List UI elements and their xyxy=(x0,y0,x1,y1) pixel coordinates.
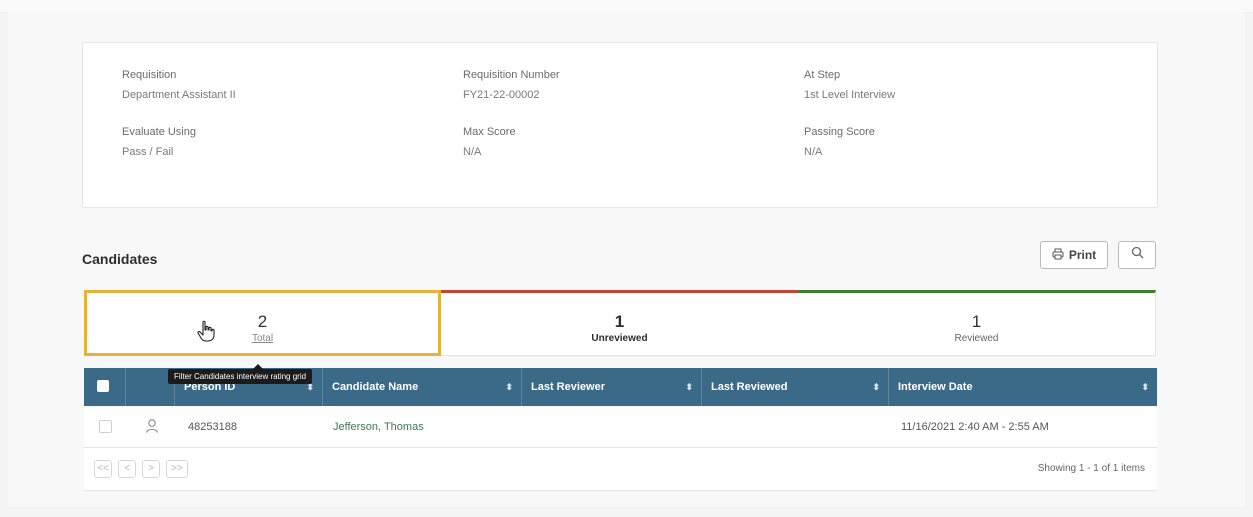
first-page-button[interactable]: << xyxy=(94,460,112,478)
hand-pointer-cursor-icon xyxy=(196,320,216,347)
last-reviewed-header-label: Last Reviewed xyxy=(711,381,788,393)
search-button[interactable] xyxy=(1118,241,1156,269)
total-label[interactable]: Total xyxy=(87,333,438,344)
column-header-interview-date[interactable]: Interview Date ⬍ xyxy=(889,368,1157,406)
at-step-field: At Step 1st Level Interview xyxy=(804,68,895,102)
max-score-field: Max Score N/A xyxy=(463,125,516,159)
at-step-label: At Step xyxy=(804,69,841,81)
select-all-checkbox[interactable] xyxy=(97,380,109,392)
max-score-label: Max Score xyxy=(463,126,516,138)
search-icon xyxy=(1131,246,1144,264)
filter-total-tile[interactable]: 2 Total xyxy=(84,290,441,356)
requisition-field: Requisition Department Assistant II xyxy=(122,68,236,102)
requisition-value: Department Assistant II xyxy=(122,89,236,101)
sort-icon: ⬍ xyxy=(1141,382,1149,392)
select-all-cell xyxy=(84,368,126,406)
passing-score-label: Passing Score xyxy=(804,126,875,138)
requisition-label: Requisition xyxy=(122,69,177,81)
next-page-button[interactable]: > xyxy=(142,460,160,478)
interview-date-cell: 11/16/2021 2:40 AM - 2:55 AM xyxy=(901,421,1049,433)
at-step-value: 1st Level Interview xyxy=(804,89,896,101)
reviewed-label: Reviewed xyxy=(954,333,999,344)
passing-score-value: N/A xyxy=(804,146,823,158)
evaluate-using-label: Evaluate Using xyxy=(122,126,196,138)
candidate-name-link[interactable]: Jefferson, Thomas xyxy=(333,407,424,447)
sort-icon: ⬍ xyxy=(685,382,693,392)
evaluate-using-field: Evaluate Using Pass / Fail xyxy=(122,125,196,159)
column-header-candidate-name[interactable]: Candidate Name ⬍ xyxy=(323,368,522,406)
print-button[interactable]: Print xyxy=(1040,241,1108,269)
table-row[interactable]: 48253188 Jefferson, Thomas 11/16/2021 2:… xyxy=(84,407,1157,448)
grid-pager: << < > >> Showing 1 - 1 of 1 items xyxy=(84,448,1157,491)
requisition-info-card: Requisition Department Assistant II Requ… xyxy=(82,42,1158,208)
unreviewed-label: Unreviewed xyxy=(591,333,648,344)
filter-tooltip: Filter Candidates interview rating grid xyxy=(168,364,313,384)
print-label: Print xyxy=(1068,248,1097,262)
sort-icon: ⬍ xyxy=(505,382,513,392)
last-reviewer-header-label: Last Reviewer xyxy=(531,381,605,393)
max-score-value: N/A xyxy=(463,146,482,158)
person-id-cell: 48253188 xyxy=(188,421,237,433)
interview-date-header-label: Interview Date xyxy=(898,381,973,393)
column-header-last-reviewed[interactable]: Last Reviewed ⬍ xyxy=(702,368,889,406)
person-icon xyxy=(144,418,160,436)
previous-page-button[interactable]: < xyxy=(118,460,136,478)
sort-icon: ⬍ xyxy=(872,382,880,392)
requisition-number-field: Requisition Number FY21-22-00002 xyxy=(463,68,560,102)
filter-unreviewed-tile[interactable]: 1 Unreviewed xyxy=(441,290,798,356)
column-header-last-reviewer[interactable]: Last Reviewer ⬍ xyxy=(522,368,702,406)
candidates-title: Candidates xyxy=(82,251,158,267)
unreviewed-count: 1 xyxy=(614,312,625,331)
pager-summary: Showing 1 - 1 of 1 items xyxy=(1037,463,1145,474)
last-page-button[interactable]: >> xyxy=(166,460,188,478)
passing-score-field: Passing Score N/A xyxy=(804,125,875,159)
requisition-number-value: FY21-22-00002 xyxy=(463,89,540,101)
reviewed-count: 1 xyxy=(971,312,982,331)
row-checkbox[interactable] xyxy=(99,420,112,433)
printer-icon xyxy=(1052,248,1064,263)
evaluate-using-value: Pass / Fail xyxy=(122,146,174,158)
total-count: 2 xyxy=(257,312,268,331)
requisition-number-label: Requisition Number xyxy=(463,69,560,81)
candidate-name-header-label: Candidate Name xyxy=(332,381,419,393)
filter-reviewed-tile[interactable]: 1 Reviewed xyxy=(798,290,1156,356)
